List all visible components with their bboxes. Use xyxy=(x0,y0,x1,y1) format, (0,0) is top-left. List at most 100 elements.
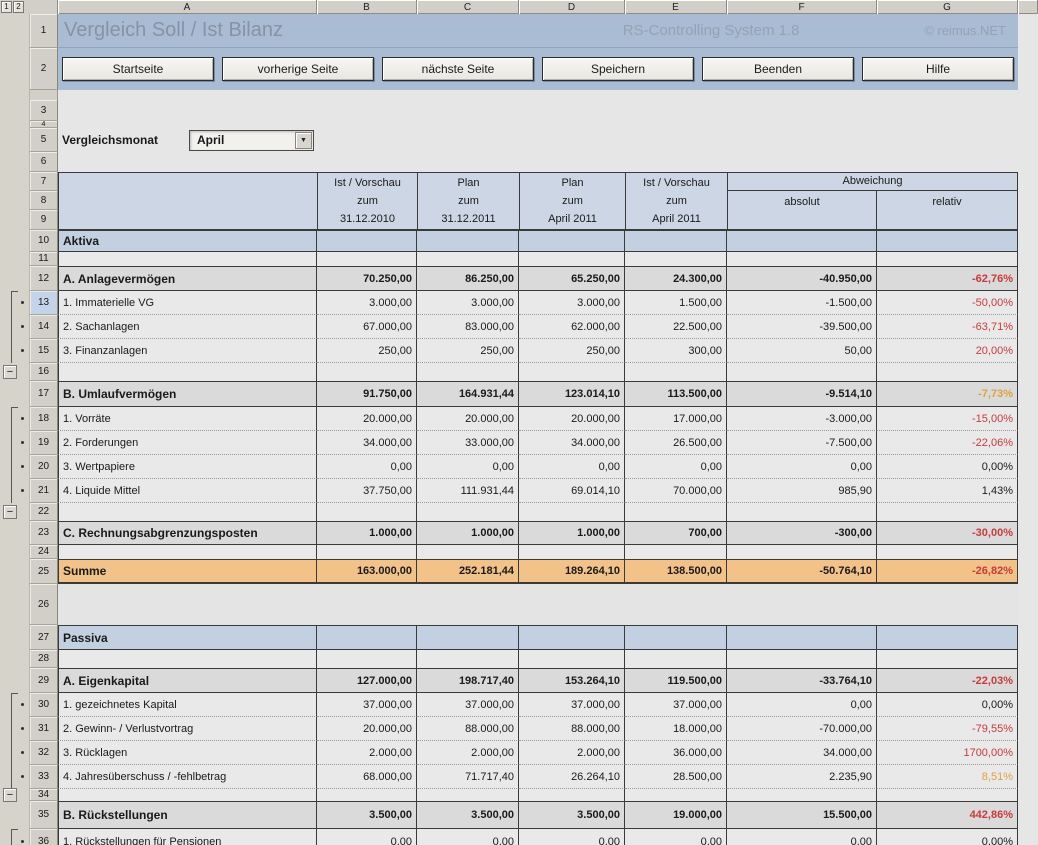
cell-value[interactable] xyxy=(417,503,519,521)
cell-value[interactable] xyxy=(317,584,417,625)
outline-collapse-button[interactable]: − xyxy=(3,365,17,379)
row-number-16[interactable]: 16 xyxy=(30,363,58,381)
cell-value[interactable]: 33.000,00 xyxy=(417,431,519,455)
cell-value[interactable]: 86.250,00 xyxy=(417,266,519,291)
cell-value[interactable]: 3.000,00 xyxy=(519,291,625,315)
row-label[interactable]: Passiva xyxy=(58,625,317,650)
cell-value[interactable] xyxy=(317,650,417,668)
relativ-value[interactable]: -22,03% xyxy=(877,668,1018,693)
cell-value[interactable]: 88.000,00 xyxy=(519,717,625,741)
cell-value[interactable]: -39.500,00 xyxy=(727,315,877,339)
cell-value[interactable]: 88.000,00 xyxy=(417,717,519,741)
cell-value[interactable] xyxy=(625,625,727,650)
row-number-6[interactable]: 6 xyxy=(30,152,58,172)
cell-value[interactable]: 1.000,00 xyxy=(417,521,519,545)
cell-value[interactable]: 91.750,00 xyxy=(317,381,417,407)
row-number-21[interactable]: 21 xyxy=(30,479,58,503)
cell-value[interactable]: 20.000,00 xyxy=(417,407,519,431)
header-cell-plan-2011[interactable]: Planzum31.12.2011 xyxy=(418,173,520,229)
row-label[interactable]: B. Rückstellungen xyxy=(58,801,317,829)
cell-value[interactable]: -3.000,00 xyxy=(727,407,877,431)
cell-value[interactable] xyxy=(417,363,519,381)
cell-value[interactable] xyxy=(519,503,625,521)
relativ-value[interactable]: 1700,00% xyxy=(877,741,1018,765)
toolbar-button-speichern[interactable]: Speichern xyxy=(542,57,694,81)
row-label[interactable]: C. Rechnungsabgrenzungsposten xyxy=(58,521,317,545)
row-label[interactable]: 2. Forderungen xyxy=(58,431,317,455)
relativ-value[interactable] xyxy=(877,230,1018,252)
cell-value[interactable]: 71.717,40 xyxy=(417,765,519,789)
cell-value[interactable] xyxy=(625,789,727,801)
cell-value[interactable]: 163.000,00 xyxy=(317,559,417,584)
cell-value[interactable] xyxy=(519,625,625,650)
cell-value[interactable] xyxy=(625,650,727,668)
cell-value[interactable] xyxy=(625,252,727,266)
relativ-value[interactable]: 442,86% xyxy=(877,801,1018,829)
row-label[interactable] xyxy=(58,584,317,625)
relativ-value[interactable]: 0,00% xyxy=(877,693,1018,717)
row-number-27[interactable]: 27 xyxy=(30,625,58,650)
relativ-value[interactable] xyxy=(877,363,1018,381)
cell-value[interactable]: 119.500,00 xyxy=(625,668,727,693)
header-cell-empty[interactable] xyxy=(59,173,318,229)
row-number-4[interactable]: 4 xyxy=(30,121,58,128)
row-label[interactable]: B. Umlaufvermögen xyxy=(58,381,317,407)
cell-value[interactable] xyxy=(519,363,625,381)
row-number-32[interactable]: 32 xyxy=(30,741,58,765)
cell-value[interactable]: 34.000,00 xyxy=(519,431,625,455)
cell-value[interactable] xyxy=(727,650,877,668)
row-label[interactable]: 3. Finanzanlagen xyxy=(58,339,317,363)
cell-value[interactable] xyxy=(727,503,877,521)
row-number-29[interactable]: 29 xyxy=(30,668,58,693)
relativ-value[interactable] xyxy=(877,503,1018,521)
cell-value[interactable]: 0,00 xyxy=(519,829,625,845)
row-number-14[interactable]: 14 xyxy=(30,315,58,339)
cell-value[interactable] xyxy=(417,584,519,625)
cell-value[interactable]: 69.014,10 xyxy=(519,479,625,503)
row-number-11[interactable]: 11 xyxy=(30,252,58,266)
cell-value[interactable]: 138.500,00 xyxy=(625,559,727,584)
cell-value[interactable] xyxy=(417,545,519,559)
cell-value[interactable]: -300,00 xyxy=(727,521,877,545)
cell-value[interactable] xyxy=(519,252,625,266)
row-number-5[interactable]: 5 xyxy=(30,128,58,152)
cell-value[interactable] xyxy=(727,363,877,381)
row-label[interactable] xyxy=(58,363,317,381)
cell-value[interactable]: 18.000,00 xyxy=(625,717,727,741)
cell-value[interactable]: 0,00 xyxy=(417,829,519,845)
cell-value[interactable]: 123.014,10 xyxy=(519,381,625,407)
cell-value[interactable]: 153.264,10 xyxy=(519,668,625,693)
cell-value[interactable] xyxy=(519,584,625,625)
relativ-value[interactable]: 0,00% xyxy=(877,455,1018,479)
row-number-20[interactable]: 20 xyxy=(30,455,58,479)
column-header-f[interactable]: F xyxy=(727,0,877,14)
row-number-31[interactable]: 31 xyxy=(30,717,58,741)
relativ-value[interactable]: -7,73% xyxy=(877,381,1018,407)
cell-value[interactable]: 37.000,00 xyxy=(625,693,727,717)
relativ-value[interactable] xyxy=(877,789,1018,801)
row-label[interactable]: 2. Sachanlagen xyxy=(58,315,317,339)
cell-value[interactable]: 22.500,00 xyxy=(625,315,727,339)
row-label[interactable]: A. Anlagevermögen xyxy=(58,266,317,291)
cell-value[interactable]: 37.000,00 xyxy=(417,693,519,717)
cell-value[interactable]: 2.000,00 xyxy=(519,741,625,765)
row-number-26[interactable]: 26 xyxy=(30,584,58,625)
row-number-1[interactable]: 1 xyxy=(30,14,58,48)
cell-value[interactable]: 70.000,00 xyxy=(625,479,727,503)
cell-value[interactable]: 111.931,44 xyxy=(417,479,519,503)
cell-value[interactable]: 127.000,00 xyxy=(317,668,417,693)
column-header-e[interactable]: E xyxy=(625,0,727,14)
row-number-13[interactable]: 13 xyxy=(30,291,58,315)
cell-value[interactable] xyxy=(625,584,727,625)
cell-value[interactable] xyxy=(519,650,625,668)
row-label[interactable]: 2. Gewinn- / Verlustvortrag xyxy=(58,717,317,741)
cell-value[interactable] xyxy=(519,230,625,252)
cell-value[interactable]: 24.300,00 xyxy=(625,266,727,291)
toolbar-button-vorherige-seite[interactable]: vorherige Seite xyxy=(222,57,374,81)
relativ-value[interactable]: 20,00% xyxy=(877,339,1018,363)
relativ-value[interactable] xyxy=(877,545,1018,559)
relativ-value[interactable]: -30,00% xyxy=(877,521,1018,545)
row-label[interactable]: Summe xyxy=(58,559,317,584)
cell-value[interactable] xyxy=(727,625,877,650)
outline-collapse-button[interactable]: − xyxy=(3,788,17,802)
